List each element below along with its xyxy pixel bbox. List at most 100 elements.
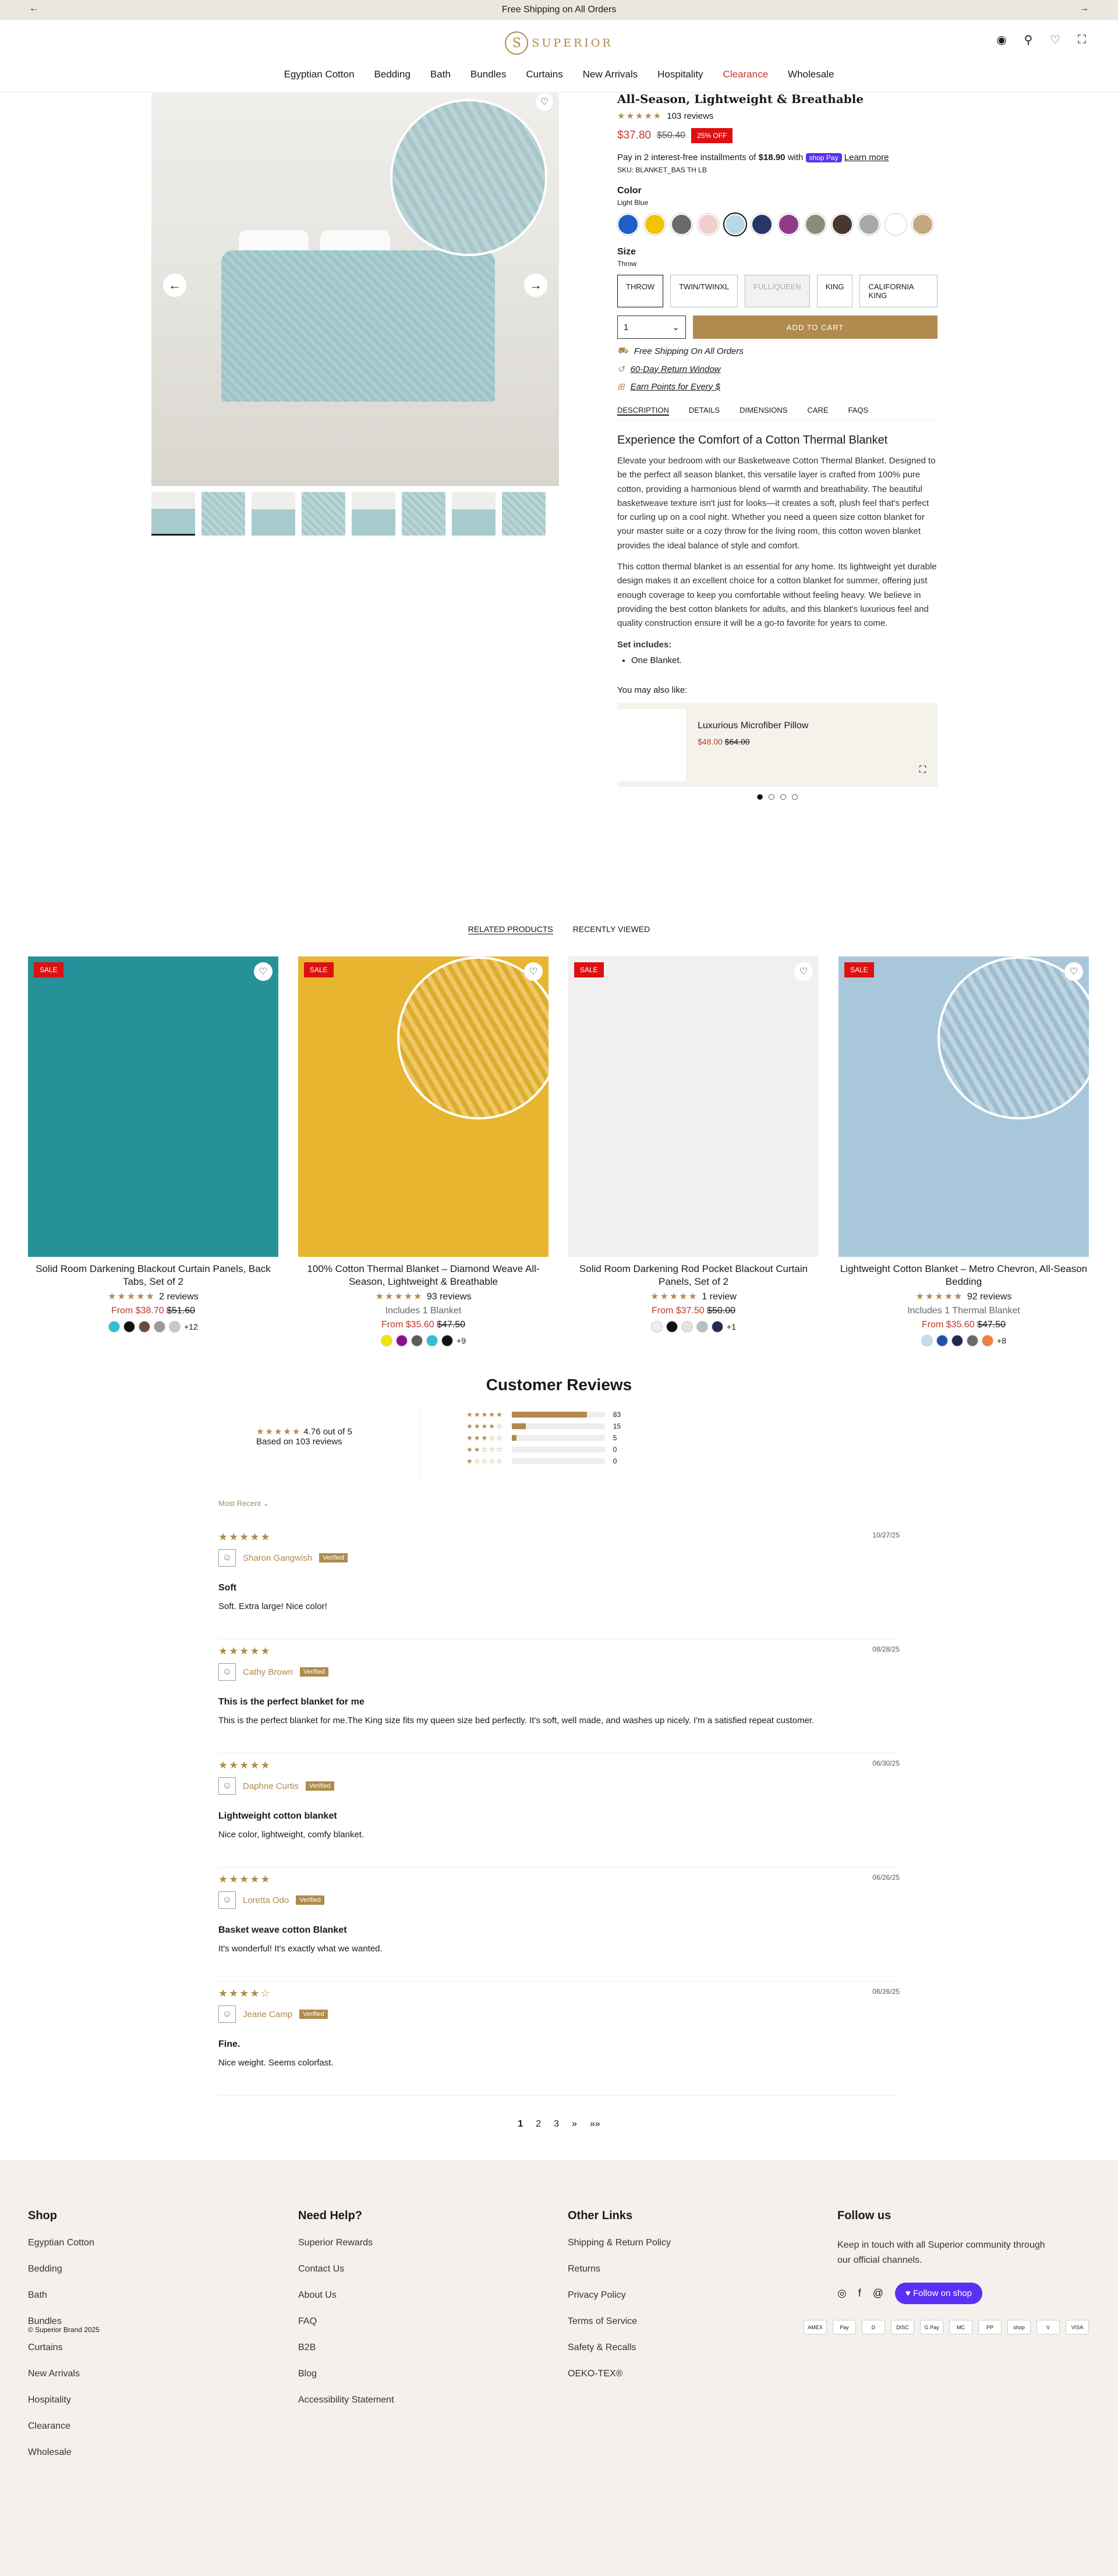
color-swatch[interactable] [381,1335,393,1347]
page-link[interactable]: 2 [536,2119,541,2129]
perk-points[interactable]: Earn Points for Every $ [631,382,720,392]
gallery-next-icon[interactable]: → [524,274,547,297]
footer-link[interactable]: Clearance [28,2421,249,2432]
color-swatch[interactable] [643,213,666,236]
review-count[interactable]: 1 review [702,1292,737,1302]
wishlist-heart-icon[interactable]: ♡ [794,962,813,981]
nav-item-curtains[interactable]: Curtains [526,69,562,80]
footer-link[interactable]: Curtains [28,2343,249,2353]
color-swatch[interactable] [666,1321,678,1333]
search-icon[interactable]: ⚲ [1021,33,1035,47]
footer-link[interactable]: Bath [28,2290,249,2301]
color-swatch[interactable] [885,213,907,236]
color-swatch[interactable] [154,1321,166,1333]
histogram-row[interactable]: ★☆☆☆☆ 0 [466,1455,621,1467]
upsell-card[interactable]: Luxurious Microfiber Pillow $48.00 $64.0… [617,703,937,787]
quantity-select[interactable]: 1 ⌄ [617,316,686,339]
color-swatch[interactable] [108,1321,121,1333]
color-swatch[interactable] [831,213,854,236]
tab-description[interactable]: DESCRIPTION [617,406,669,416]
size-option[interactable]: TWIN/TWINXL [670,275,738,307]
product-card[interactable]: SALE ♡ Lightweight Cotton Blanket – Metro … [838,956,1089,1347]
color-swatch[interactable] [951,1335,964,1347]
tab-care[interactable]: CARE [807,406,828,416]
product-image[interactable]: SALE ♡ [568,956,819,1257]
nav-item-bath[interactable]: Bath [430,69,451,80]
perk-returns[interactable]: 60-Day Return Window [631,364,721,374]
nav-item-bundles[interactable]: Bundles [470,69,506,80]
add-to-cart-button[interactable]: ADD TO CART [693,316,937,339]
carousel-dot[interactable] [769,793,774,800]
next-arrow-icon[interactable]: → [1080,3,1089,14]
color-swatch[interactable] [936,1335,949,1347]
tab-recently-viewed[interactable]: RECENTLY VIEWED [573,924,650,934]
add-bag-icon[interactable]: ⛶ [919,765,926,775]
color-swatch[interactable] [396,1335,408,1347]
brand-logo[interactable]: S SUPERIOR [494,27,624,59]
threads-icon[interactable]: @ [873,2287,883,2299]
footer-link[interactable]: Contact Us [298,2264,519,2274]
footer-link[interactable]: Shipping & Return Policy [568,2238,789,2248]
gallery-prev-icon[interactable]: ← [163,274,186,297]
product-name[interactable]: Lightweight Cotton Blanket – Metro Chevr… [838,1263,1089,1288]
color-swatch[interactable] [651,1321,663,1333]
color-swatch[interactable] [804,213,827,236]
histogram-row[interactable]: ★★★★★ 83 [466,1409,621,1420]
color-swatch[interactable] [777,213,800,236]
product-image[interactable]: SALE ♡ [28,956,278,1257]
thumbnail[interactable] [252,492,295,536]
footer-link[interactable]: Egyptian Cotton [28,2238,249,2248]
carousel-dot[interactable] [757,793,763,800]
footer-link[interactable]: New Arrivals [28,2369,249,2379]
color-swatch[interactable] [982,1335,994,1347]
footer-link[interactable]: Wholesale [28,2447,249,2458]
footer-link[interactable]: Safety & Recalls [568,2343,789,2353]
footer-link[interactable]: B2B [298,2343,519,2353]
prev-arrow-icon[interactable]: ← [29,3,38,14]
footer-link[interactable]: Returns [568,2264,789,2274]
color-swatch[interactable] [139,1321,151,1333]
nav-item-hospitality[interactable]: Hospitality [657,69,703,80]
thumbnail[interactable] [402,492,445,536]
product-card[interactable]: SALE ♡ Solid Room Darkening Blackout Curta… [28,956,278,1347]
footer-link[interactable]: Hospitality [28,2395,249,2405]
size-option[interactable]: KING [816,275,853,307]
nav-item-egyptian-cotton[interactable]: Egyptian Cotton [284,69,355,80]
footer-link[interactable]: OEKO-TEX® [568,2369,789,2379]
color-swatch[interactable] [169,1321,181,1333]
color-swatch[interactable] [697,213,720,236]
page-link[interactable]: 1 [518,2119,523,2129]
facebook-icon[interactable]: f [858,2287,861,2299]
footer-link[interactable]: Superior Rewards [298,2238,519,2248]
tab-faqs[interactable]: FAQS [848,406,869,416]
histogram-row[interactable]: ★★★★☆ 15 [466,1420,621,1432]
sort-select[interactable]: Most Recent ⌄ [218,1499,270,1508]
carousel-dot[interactable] [780,793,786,800]
nav-item-wholesale[interactable]: Wholesale [788,69,834,80]
histogram-row[interactable]: ★★★☆☆ 5 [466,1432,621,1444]
footer-link[interactable]: Blog [298,2369,519,2379]
instagram-icon[interactable]: ◎ [837,2287,847,2299]
color-swatch[interactable] [670,213,693,236]
thumbnail[interactable] [352,492,395,536]
color-swatch[interactable] [911,213,934,236]
color-swatch[interactable] [967,1335,979,1347]
footer-link[interactable]: Accessibility Statement [298,2395,519,2405]
wishlist-heart-icon[interactable]: ♡ [1048,33,1062,47]
thumbnail[interactable] [502,492,546,536]
color-swatch[interactable] [712,1321,724,1333]
carousel-dot[interactable] [792,793,798,800]
account-icon[interactable]: ◉ [995,33,1009,47]
size-option[interactable]: FULL/QUEEN [745,275,810,307]
product-card[interactable]: SALE ♡ 100% Cotton Thermal Blanket – Diamo… [298,956,549,1347]
product-name[interactable]: Solid Room Darkening Blackout Curtain Pa… [28,1263,278,1288]
color-swatch[interactable] [723,212,747,236]
footer-link[interactable]: Terms of Service [568,2316,789,2327]
learn-more-link[interactable]: Learn more [844,153,889,162]
nav-item-clearance[interactable]: Clearance [723,69,769,80]
footer-link[interactable]: About Us [298,2290,519,2301]
thumbnail[interactable] [151,492,195,536]
wishlist-heart-icon[interactable]: ♡ [524,962,543,981]
page-link[interactable]: 3 [554,2119,559,2129]
tab-dimensions[interactable]: DIMENSIONS [740,406,787,416]
